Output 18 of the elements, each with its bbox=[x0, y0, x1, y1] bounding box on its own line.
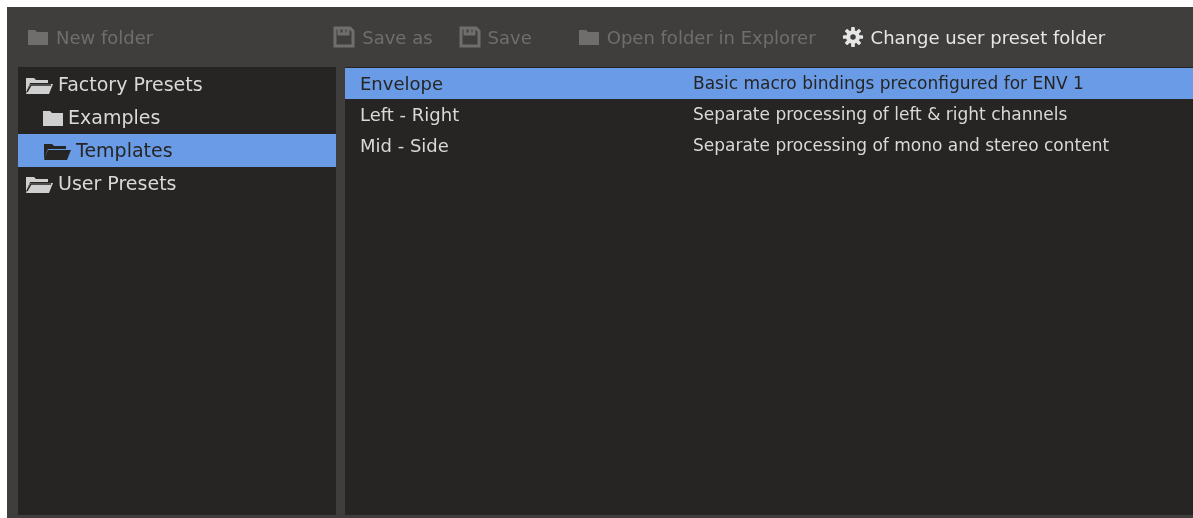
preset-description: Separate processing of left & right channels bbox=[693, 102, 1068, 126]
tree-item[interactable]: Factory Presets bbox=[18, 68, 336, 101]
tree-item[interactable]: Examples bbox=[18, 101, 336, 134]
preset-name: Left - Right bbox=[359, 103, 461, 127]
folder-icon bbox=[577, 28, 600, 46]
tree-item[interactable]: User Presets bbox=[18, 167, 336, 200]
preset-row[interactable]: Envelope Basic macro bindings preconfigured for ENV 1 bbox=[345, 68, 1193, 99]
preset-description: Separate processing of mono and stereo content bbox=[693, 133, 1110, 157]
settings-icon bbox=[841, 26, 864, 48]
preset-row[interactable]: Mid - Side Separate processing of mono and stereo content bbox=[345, 130, 1193, 161]
folder-icon bbox=[42, 108, 64, 127]
preset-name: Envelope bbox=[359, 72, 445, 96]
preset-description: Basic macro bindings preconfigured for ENV 1 bbox=[693, 71, 1084, 95]
folder-icon bbox=[27, 28, 49, 46]
tree-item[interactable]: Templates bbox=[18, 134, 336, 167]
preset-row[interactable]: Left - Right Separate processing of left & right channels bbox=[345, 99, 1193, 130]
preset-name: Mid - Side bbox=[359, 134, 450, 158]
toolbar-button[interactable]: Change user preset folder bbox=[841, 23, 1106, 51]
